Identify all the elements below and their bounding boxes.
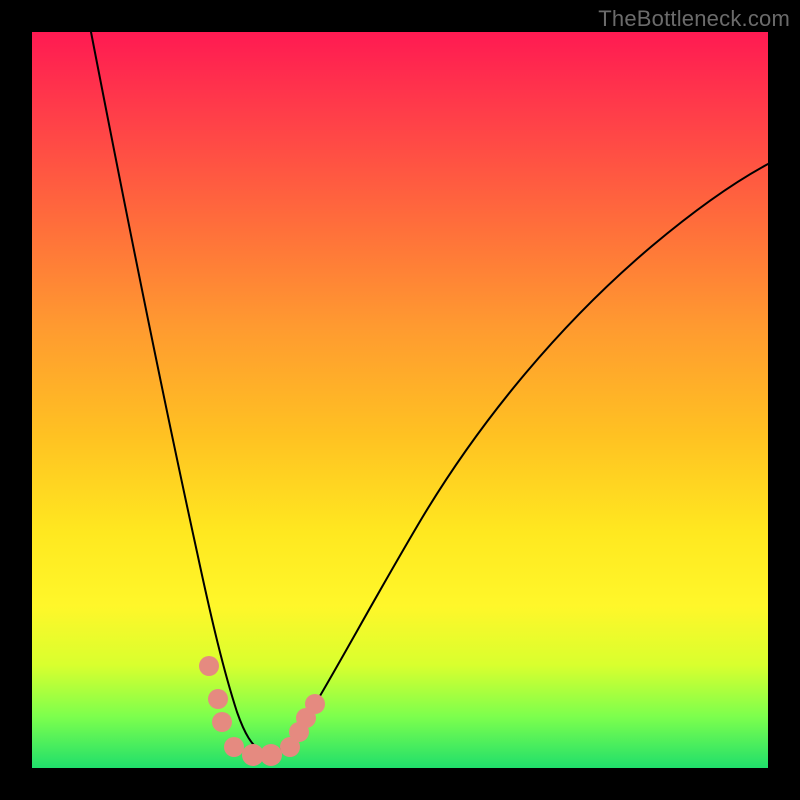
curve-path [91, 32, 768, 753]
plot-area [32, 32, 768, 768]
marker [212, 712, 232, 732]
marker [199, 656, 219, 676]
marker [260, 744, 282, 766]
chart-frame: TheBottleneck.com [0, 0, 800, 800]
trough-markers [199, 656, 325, 766]
marker [224, 737, 244, 757]
marker [208, 689, 228, 709]
marker [305, 694, 325, 714]
watermark-text: TheBottleneck.com [598, 6, 790, 32]
bottleneck-curve [32, 32, 768, 768]
